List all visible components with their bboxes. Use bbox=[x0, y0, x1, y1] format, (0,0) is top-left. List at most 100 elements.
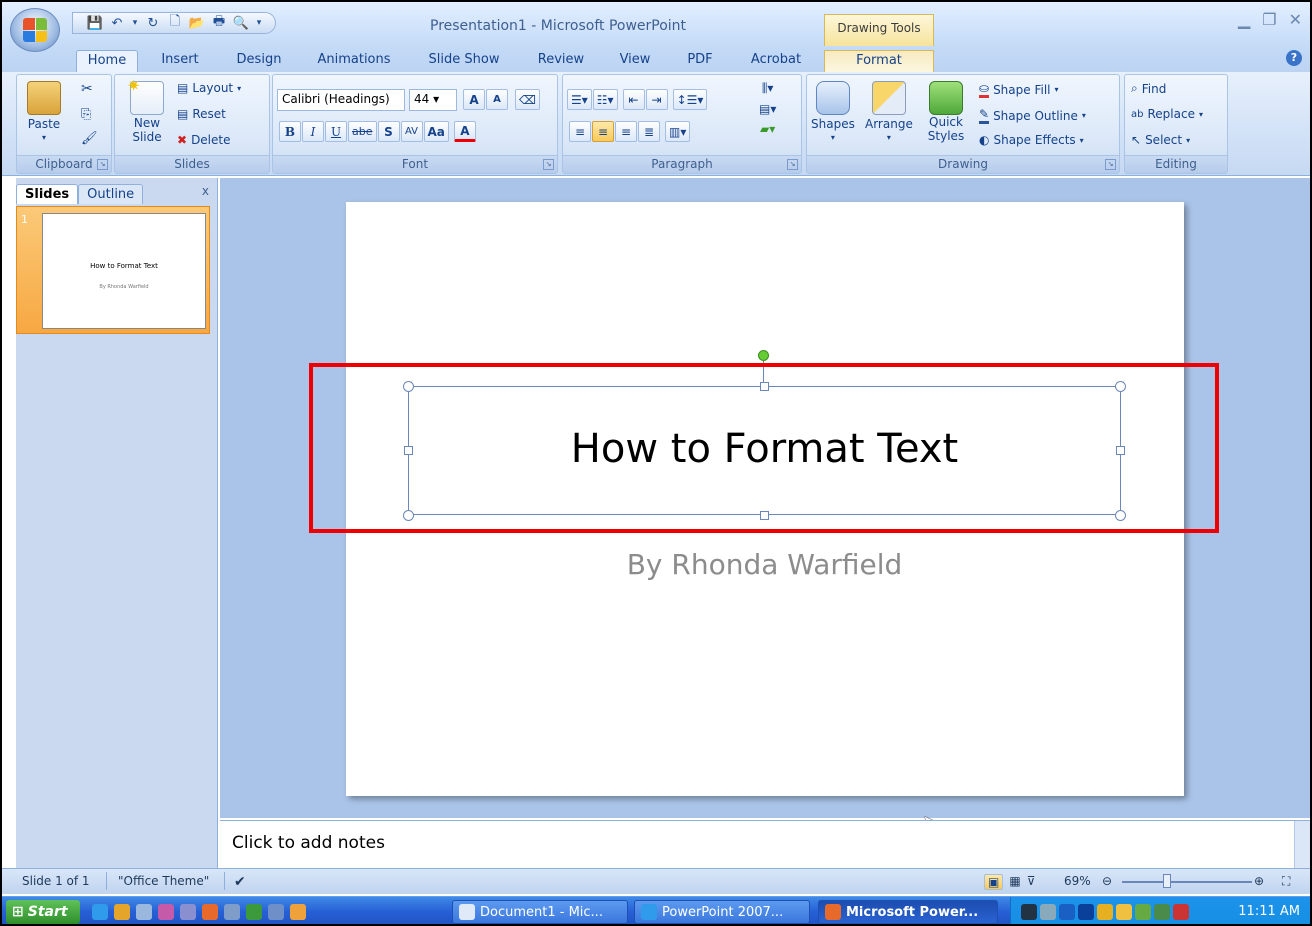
undo-dropdown-icon[interactable]: ▾ bbox=[131, 15, 139, 31]
zoom-in-icon[interactable]: ⊕ bbox=[1254, 874, 1264, 888]
text-shadow-button[interactable]: S bbox=[377, 121, 400, 142]
tab-slides[interactable]: Slides bbox=[16, 184, 79, 204]
quick-styles-button[interactable]: Quick Styles bbox=[925, 81, 967, 143]
shrink-font-button[interactable]: A bbox=[486, 89, 508, 110]
slide-thumbnail[interactable]: How to Format Text By Rhonda Warfield bbox=[42, 213, 206, 329]
save-icon[interactable]: 💾 bbox=[87, 15, 103, 31]
align-center-icon[interactable]: ≡ bbox=[592, 121, 614, 142]
bullets-icon[interactable]: ☰▾ bbox=[567, 89, 592, 110]
quick-launch-icon[interactable] bbox=[290, 904, 306, 920]
close-pane-icon[interactable]: x bbox=[202, 184, 209, 198]
new-document-icon[interactable]: 🗋 bbox=[167, 14, 183, 31]
tray-icon[interactable] bbox=[1135, 904, 1151, 920]
find-button[interactable]: ⌕ Find bbox=[1131, 81, 1166, 96]
reset-button[interactable]: ▤ Reset bbox=[177, 107, 226, 121]
ie-icon[interactable] bbox=[92, 904, 108, 920]
quick-launch-icon[interactable] bbox=[114, 904, 130, 920]
line-spacing-icon[interactable]: ↕☰▾ bbox=[672, 89, 708, 110]
cut-icon[interactable]: ✂ bbox=[81, 81, 93, 97]
slide-show-icon[interactable]: ⊽ bbox=[1027, 874, 1036, 890]
tab-home[interactable]: Home bbox=[76, 50, 138, 72]
select-button[interactable]: ↖ Select ▾ bbox=[1131, 133, 1190, 147]
zoom-level[interactable]: 69% bbox=[1064, 874, 1091, 888]
align-left-icon[interactable]: ≡ bbox=[569, 121, 591, 142]
quick-launch-icon[interactable] bbox=[180, 904, 196, 920]
justify-icon[interactable]: ≣ bbox=[638, 121, 660, 142]
strikethrough-button[interactable]: abe bbox=[348, 121, 377, 142]
character-spacing-button[interactable]: AV bbox=[400, 121, 423, 142]
tab-pdf[interactable]: PDF bbox=[678, 50, 722, 72]
grow-font-button[interactable]: A bbox=[463, 89, 485, 110]
numbering-icon[interactable]: ☷▾ bbox=[592, 89, 618, 110]
slide-subtitle[interactable]: By Rhonda Warfield bbox=[408, 548, 1121, 581]
spell-check-icon[interactable]: ✔ bbox=[234, 874, 246, 890]
tab-view[interactable]: View bbox=[610, 50, 660, 72]
decrease-indent-icon[interactable]: ⇤ bbox=[622, 89, 645, 110]
taskbar-item-powerpoint[interactable]: Microsoft Power... bbox=[818, 900, 998, 924]
arrange-button[interactable]: Arrange ▾ bbox=[865, 81, 913, 142]
tab-outline[interactable]: Outline bbox=[78, 184, 144, 204]
tab-insert[interactable]: Insert bbox=[150, 50, 210, 72]
tray-icon[interactable] bbox=[1173, 904, 1189, 920]
underline-button[interactable]: U bbox=[325, 121, 347, 142]
tray-icon[interactable] bbox=[1154, 904, 1170, 920]
bold-button[interactable]: B bbox=[279, 121, 301, 142]
tray-icon[interactable] bbox=[1059, 904, 1075, 920]
increase-indent-icon[interactable]: ⇥ bbox=[645, 89, 668, 110]
close-icon[interactable]: ✕ bbox=[1289, 10, 1302, 29]
tab-acrobat[interactable]: Acrobat bbox=[740, 50, 812, 72]
zoom-slider-thumb[interactable] bbox=[1162, 874, 1171, 888]
tray-icon[interactable] bbox=[1078, 904, 1094, 920]
shapes-button[interactable]: Shapes ▾ bbox=[811, 81, 855, 142]
clipboard-launcher-icon[interactable]: ↘ bbox=[97, 159, 108, 170]
tab-animations[interactable]: Animations bbox=[308, 50, 400, 72]
tab-format[interactable]: Format bbox=[824, 50, 934, 72]
open-folder-icon[interactable]: 📂 bbox=[189, 15, 205, 31]
tab-slide-show[interactable]: Slide Show bbox=[418, 50, 510, 72]
paragraph-launcher-icon[interactable]: ↘ bbox=[787, 159, 798, 170]
align-right-icon[interactable]: ≡ bbox=[615, 121, 637, 142]
taskbar-item-document1[interactable]: Document1 - Mic... bbox=[452, 900, 628, 924]
new-slide-button[interactable]: ✷ New Slide bbox=[125, 76, 169, 144]
zoom-slider-track[interactable] bbox=[1122, 881, 1252, 883]
columns-icon[interactable]: ▥▾ bbox=[665, 121, 691, 142]
tray-icon[interactable] bbox=[1116, 904, 1132, 920]
delete-button[interactable]: ✖ Delete bbox=[177, 133, 231, 147]
minimize-icon[interactable]: ▁ bbox=[1238, 10, 1250, 29]
quick-launch-icon[interactable] bbox=[136, 904, 152, 920]
slide-sorter-icon[interactable]: ▦ bbox=[1009, 874, 1020, 890]
undo-icon[interactable]: ↶ bbox=[109, 15, 125, 31]
font-family-combo[interactable]: Calibri (Headings) bbox=[277, 89, 405, 111]
italic-button[interactable]: I bbox=[302, 121, 324, 142]
quick-launch-icon[interactable] bbox=[158, 904, 174, 920]
tray-icon[interactable] bbox=[1097, 904, 1113, 920]
normal-view-icon[interactable]: ▣ bbox=[984, 874, 1004, 890]
redo-icon[interactable]: ↻ bbox=[145, 15, 161, 31]
replace-button[interactable]: ab Replace ▾ bbox=[1131, 107, 1203, 121]
tray-icon[interactable] bbox=[1040, 904, 1056, 920]
paste-button[interactable]: Paste ▾ bbox=[27, 81, 61, 142]
customize-toolbar-icon[interactable]: ▾ bbox=[255, 15, 263, 31]
fit-to-window-icon[interactable]: ⛶ bbox=[1282, 874, 1290, 889]
rotation-handle[interactable] bbox=[758, 350, 769, 361]
quick-launch-icon[interactable] bbox=[224, 904, 240, 920]
layout-button[interactable]: ▤ Layout ▾ bbox=[177, 81, 241, 95]
font-color-button[interactable]: A bbox=[453, 121, 476, 142]
office-button[interactable] bbox=[10, 8, 60, 52]
clear-formatting-icon[interactable]: ⌫ bbox=[515, 89, 540, 110]
tab-review[interactable]: Review bbox=[528, 50, 594, 72]
print-icon[interactable]: 🖶 bbox=[211, 14, 227, 31]
align-text-icon[interactable]: ▤▾ bbox=[759, 102, 776, 116]
font-size-combo[interactable]: 44 ▾ bbox=[409, 89, 457, 111]
powerpoint-launch-icon[interactable] bbox=[202, 904, 218, 920]
notes-pane[interactable]: Click to add notes bbox=[220, 820, 1310, 869]
shape-effects-button[interactable]: ◐ Shape Effects ▾ bbox=[979, 133, 1084, 147]
slide-thumbnail-selected[interactable]: 1 How to Format Text By Rhonda Warfield bbox=[16, 206, 210, 334]
tray-icon[interactable] bbox=[1021, 904, 1037, 920]
zoom-out-icon[interactable]: ⊖ bbox=[1102, 874, 1112, 888]
start-button[interactable]: ⊞ Start bbox=[6, 900, 80, 924]
taskbar-item-ie[interactable]: PowerPoint 2007... bbox=[634, 900, 810, 924]
word-launch-icon[interactable] bbox=[268, 904, 284, 920]
font-launcher-icon[interactable]: ↘ bbox=[543, 159, 554, 170]
copy-icon[interactable]: ⎘ bbox=[81, 107, 91, 122]
